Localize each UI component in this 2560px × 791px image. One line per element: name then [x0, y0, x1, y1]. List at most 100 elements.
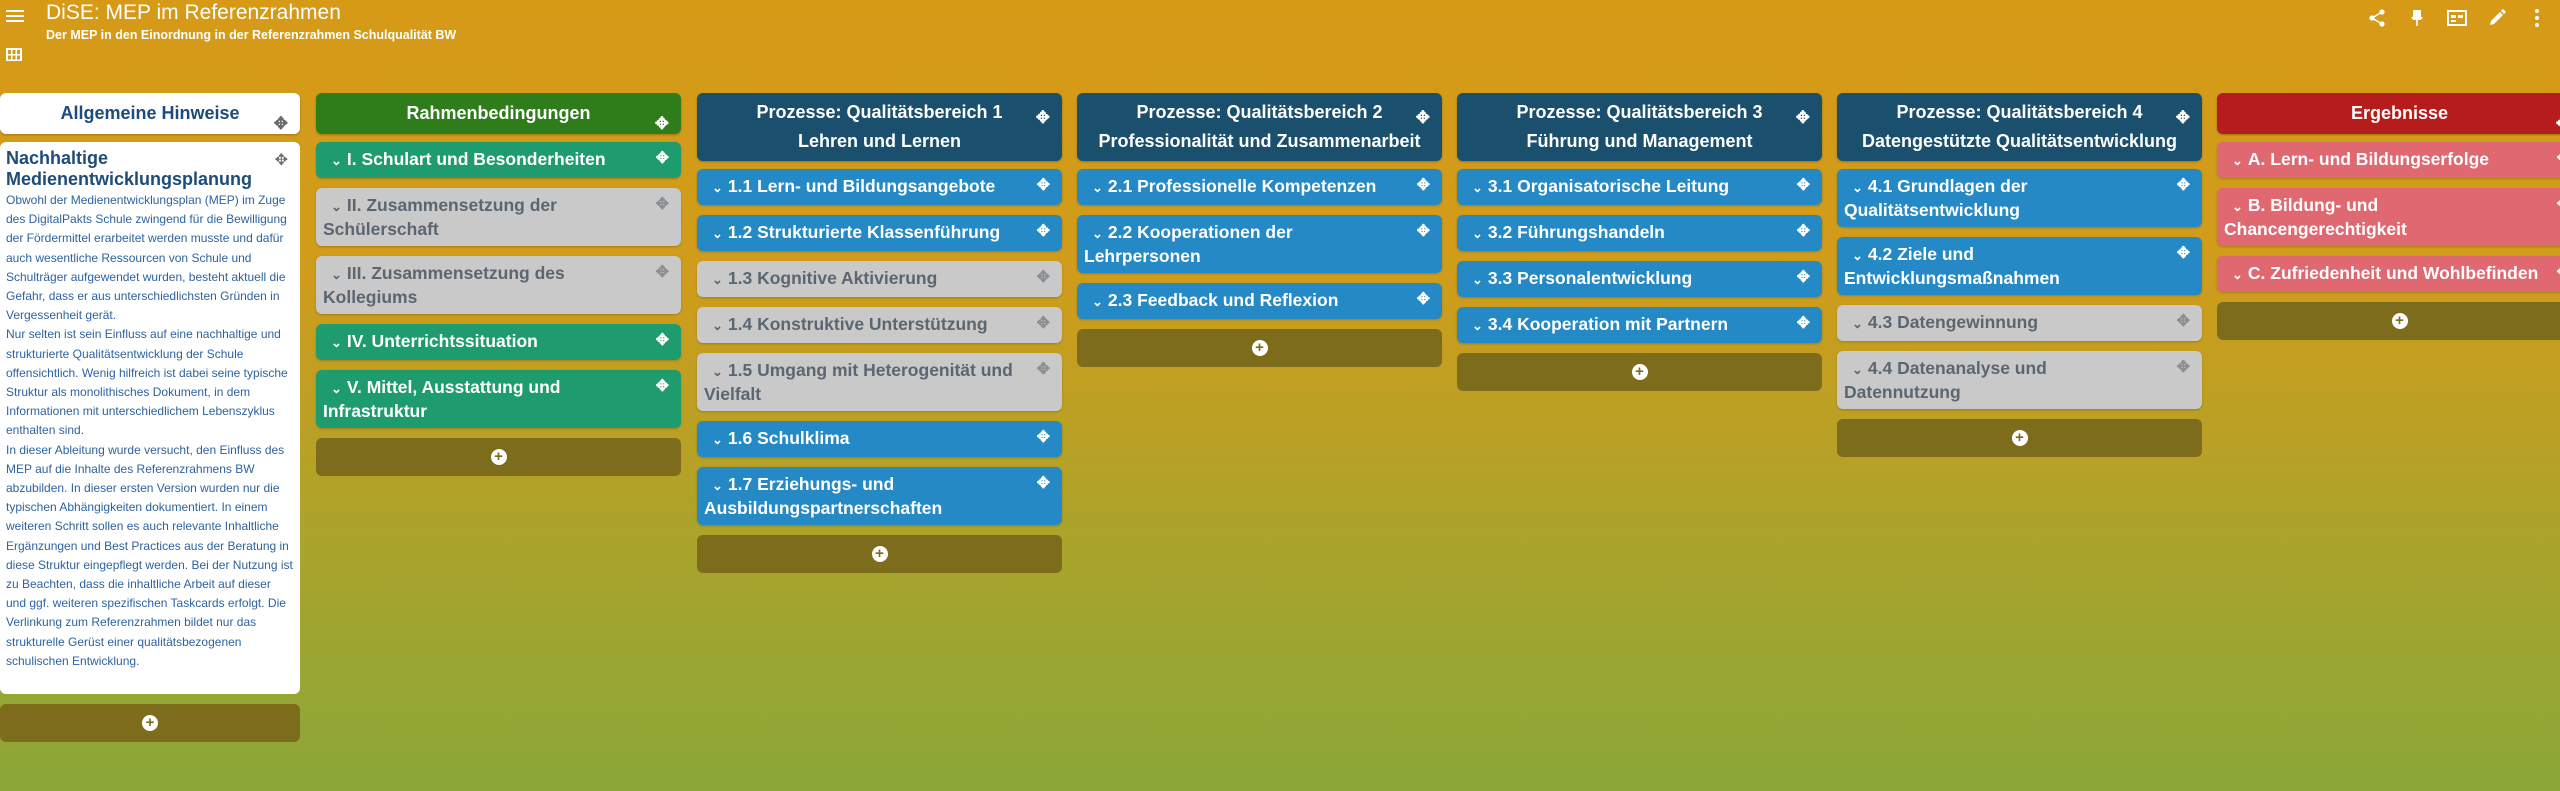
drag-handle-icon[interactable]: ✥ [2557, 148, 2560, 170]
drag-handle-icon[interactable]: ✥ [655, 103, 669, 144]
chevron-down-icon[interactable]: ⌄ [331, 378, 342, 400]
column-header[interactable]: Prozesse: Qualitätsbereich 1 Lehren und … [697, 93, 1062, 161]
drag-handle-icon[interactable]: ✥ [1417, 221, 1430, 243]
column-header[interactable]: Prozesse: Qualitätsbereich 2 Professiona… [1077, 93, 1442, 161]
chevron-down-icon[interactable]: ⌄ [1472, 315, 1483, 337]
card[interactable]: ⌄ 4.2 Ziele und Entwicklungsmaßnahmen ✥ [1837, 237, 2202, 295]
drag-handle-icon[interactable]: ✥ [2556, 103, 2560, 144]
chevron-down-icon[interactable]: ⌄ [712, 315, 723, 337]
card[interactable]: ⌄ III. Zusammensetzung des Kollegiums ✥ [316, 256, 681, 314]
chevron-down-icon[interactable]: ⌄ [2232, 196, 2243, 218]
chevron-down-icon[interactable]: ⌄ [331, 196, 342, 218]
card[interactable]: ⌄ 1.5 Umgang mit Heterogenität und Vielfa… [697, 353, 1062, 411]
chevron-down-icon[interactable]: ⌄ [2232, 150, 2243, 172]
drag-handle-icon[interactable]: ✥ [1037, 313, 1050, 335]
card[interactable]: ⌄ 1.3 Kognitive Aktivierung ✥ [697, 261, 1062, 297]
column-header[interactable]: Allgemeine Hinweise ✥ [0, 93, 300, 134]
more-vert-icon[interactable] [2524, 6, 2550, 30]
card[interactable]: ⌄ 3.4 Kooperation mit Partnern ✥ [1457, 307, 1822, 343]
card[interactable]: ⌄ 3.3 Personalentwicklung ✥ [1457, 261, 1822, 297]
drag-handle-icon[interactable]: ✥ [1797, 313, 1810, 335]
card[interactable]: ⌄B. Bildung- und Chancengerechtigkeit ✥ [2217, 188, 2560, 246]
add-card-button[interactable]: + [1457, 353, 1822, 391]
drag-handle-icon[interactable]: ✥ [1417, 289, 1430, 311]
chevron-down-icon[interactable]: ⌄ [1472, 223, 1483, 245]
add-card-button[interactable]: + [2217, 302, 2560, 340]
card[interactable]: ⌄ 1.1 Lern- und Bildungsangebote ✥ [697, 169, 1062, 205]
drag-handle-icon[interactable]: ✥ [2557, 194, 2560, 216]
drag-handle-icon[interactable]: ✥ [656, 194, 669, 216]
chevron-down-icon[interactable]: ⌄ [1852, 177, 1863, 199]
column-header[interactable]: Rahmenbedingungen ✥ [316, 93, 681, 134]
chevron-down-icon[interactable]: ⌄ [331, 264, 342, 286]
layout-icon[interactable] [2444, 6, 2470, 30]
drag-handle-icon[interactable]: ✥ [1037, 427, 1050, 449]
card[interactable]: ⌄ 3.2 Führungshandeln ✥ [1457, 215, 1822, 251]
drag-handle-icon[interactable]: ✥ [1797, 221, 1810, 243]
add-card-button[interactable]: + [316, 438, 681, 476]
drag-handle-icon[interactable]: ✥ [2557, 262, 2560, 284]
card[interactable]: ⌄ 4.4 Datenanalyse und Datennutzung ✥ [1837, 351, 2202, 409]
drag-handle-icon[interactable]: ✥ [2177, 175, 2190, 197]
card[interactable]: ⌄ 1.2 Strukturierte Klassenführung ✥ [697, 215, 1062, 251]
card[interactable]: ⌄A. Lern- und Bildungserfolge ✥ [2217, 142, 2560, 178]
chevron-down-icon[interactable]: ⌄ [1852, 313, 1863, 335]
card[interactable]: ⌄ 1.7 Erziehungs- und Ausbildungspartners… [697, 467, 1062, 525]
chevron-down-icon[interactable]: ⌄ [712, 223, 723, 245]
drag-handle-icon[interactable]: ✥ [2177, 357, 2190, 379]
edit-icon[interactable] [2484, 6, 2510, 30]
drag-handle-icon[interactable]: ✥ [656, 262, 669, 284]
drag-handle-icon[interactable]: ✥ [656, 330, 669, 352]
drag-handle-icon[interactable]: ✥ [1417, 175, 1430, 197]
chevron-down-icon[interactable]: ⌄ [1092, 291, 1103, 313]
card[interactable]: ⌄C. Zufriedenheit und Wohlbefinden ✥ [2217, 256, 2560, 292]
chevron-down-icon[interactable]: ⌄ [331, 332, 342, 354]
card[interactable]: ⌄ I. Schulart und Besonderheiten ✥ [316, 142, 681, 178]
card[interactable]: ⌄ 4.1 Grundlagen der Qualitätsentwicklung… [1837, 169, 2202, 227]
drag-handle-icon[interactable]: ✥ [275, 150, 288, 170]
card[interactable]: ⌄ 4.3 Datengewinnung ✥ [1837, 305, 2202, 341]
card[interactable]: ⌄ 2.3 Feedback und Reflexion ✥ [1077, 283, 1442, 319]
drag-handle-icon[interactable]: ✥ [656, 376, 669, 398]
chevron-down-icon[interactable]: ⌄ [712, 475, 723, 497]
card[interactable]: ⌄ IV. Unterrichtssituation ✥ [316, 324, 681, 360]
card[interactable]: ⌄ 2.1 Professionelle Kompetenzen ✥ [1077, 169, 1442, 205]
card[interactable]: ⌄ 1.4 Konstruktive Unterstützung ✥ [697, 307, 1062, 343]
chevron-down-icon[interactable]: ⌄ [2232, 264, 2243, 286]
chevron-down-icon[interactable]: ⌄ [1092, 177, 1103, 199]
drag-handle-icon[interactable]: ✥ [656, 148, 669, 170]
column-header[interactable]: Prozesse: Qualitätsbereich 4 Datengestüt… [1837, 93, 2202, 161]
chevron-down-icon[interactable]: ⌄ [712, 429, 723, 451]
drag-handle-icon[interactable]: ✥ [1797, 175, 1810, 197]
chevron-down-icon[interactable]: ⌄ [1852, 245, 1863, 267]
chevron-down-icon[interactable]: ⌄ [331, 150, 342, 172]
card[interactable]: ⌄ 3.1 Organisatorische Leitung ✥ [1457, 169, 1822, 205]
drag-handle-icon[interactable]: ✥ [1037, 175, 1050, 197]
drag-handle-icon[interactable]: ✥ [1796, 103, 1810, 132]
drag-handle-icon[interactable]: ✥ [1416, 103, 1430, 132]
board-layout-icon[interactable] [6, 48, 22, 61]
drag-handle-icon[interactable]: ✥ [1037, 221, 1050, 243]
drag-handle-icon[interactable]: ✥ [1037, 359, 1050, 381]
card[interactable]: ⌄ 2.2 Kooperationen der Lehrpersonen ✥ [1077, 215, 1442, 273]
add-card-button[interactable]: + [1077, 329, 1442, 367]
drag-handle-icon[interactable]: ✥ [2176, 103, 2190, 132]
drag-handle-icon[interactable]: ✥ [2177, 311, 2190, 333]
chevron-down-icon[interactable]: ⌄ [1472, 269, 1483, 291]
column-header[interactable]: Ergebnisse ✥ [2217, 93, 2560, 134]
menu-icon[interactable] [6, 7, 24, 25]
drag-handle-icon[interactable]: ✥ [2177, 243, 2190, 265]
drag-handle-icon[interactable]: ✥ [1036, 103, 1050, 132]
card[interactable]: ⌄ II. Zusammensetzung der Schülerschaft ✥ [316, 188, 681, 246]
chevron-down-icon[interactable]: ⌄ [1852, 359, 1863, 381]
chevron-down-icon[interactable]: ⌄ [712, 177, 723, 199]
drag-handle-icon[interactable]: ✥ [1797, 267, 1810, 289]
column-header[interactable]: Prozesse: Qualitätsbereich 3 Führung und… [1457, 93, 1822, 161]
chevron-down-icon[interactable]: ⌄ [712, 269, 723, 291]
pin-icon[interactable] [2404, 6, 2430, 30]
add-card-button[interactable]: + [1837, 419, 2202, 457]
note-card[interactable]: ✥ Nachhaltige Medienentwicklungsplanung … [0, 142, 300, 694]
share-icon[interactable] [2364, 6, 2390, 30]
card[interactable]: ⌄ 1.6 Schulklima ✥ [697, 421, 1062, 457]
drag-handle-icon[interactable]: ✥ [274, 103, 288, 144]
